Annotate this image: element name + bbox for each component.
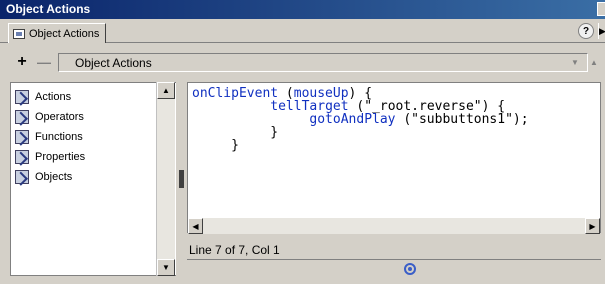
add-action-button[interactable]: + (14, 53, 30, 70)
script-editor[interactable]: onClipEvent (mouseUp) { tellTarget ("_ro… (187, 82, 601, 233)
sidebar-item-objects[interactable]: Objects (15, 167, 72, 187)
book-icon (15, 130, 29, 144)
collapse-arrow-icon[interactable] (179, 170, 184, 188)
scroll-left-icon[interactable]: ◀ (188, 218, 203, 234)
sidebar-item-label: Actions (35, 91, 72, 103)
sidebar-item-operators[interactable]: Operators (15, 107, 84, 127)
remove-action-button[interactable]: — (36, 54, 52, 70)
code-line[interactable]: } (192, 126, 529, 139)
panel-icon (13, 28, 25, 39)
window-title: Object Actions (6, 2, 91, 16)
code-line[interactable]: } (192, 139, 529, 152)
scroll-down-icon[interactable]: ▼ (157, 259, 175, 276)
book-icon (15, 150, 29, 164)
pane-splitter[interactable] (176, 82, 186, 278)
book-icon (15, 110, 29, 124)
book-icon (15, 170, 29, 184)
code-token: } (270, 125, 279, 140)
status-bar: Line 7 of 7, Col 1 (187, 240, 601, 280)
tab-label: Object Actions (29, 27, 100, 40)
sidebar-item-properties[interactable]: Properties (15, 147, 85, 167)
scroll-up-icon[interactable]: ▲ (157, 82, 175, 99)
sidebar-scrollbar[interactable]: ▲ ▼ (156, 82, 175, 276)
code-text[interactable]: onClipEvent (mouseUp) { tellTarget ("_ro… (192, 87, 529, 152)
tab-bar: Object Actions ? ▶ (0, 19, 605, 43)
code-keyword: gotoAndPlay (309, 112, 396, 127)
target-path-icon[interactable] (404, 263, 416, 275)
status-divider (187, 259, 601, 260)
code-token: ("subbuttons1"); (395, 112, 529, 127)
sidebar-item-label: Operators (35, 111, 84, 123)
book-icon (15, 90, 29, 104)
scroll-right-icon[interactable]: ▶ (585, 218, 600, 234)
dropdown-value: Object Actions (75, 56, 152, 70)
help-button[interactable]: ? (578, 23, 594, 39)
sidebar-item-functions[interactable]: Functions (15, 127, 83, 147)
editor-horizontal-scrollbar[interactable]: ◀ ▶ (188, 218, 600, 234)
toolbar: + — Object Actions ▼ ▲ (0, 44, 605, 80)
sidebar-item-actions[interactable]: Actions (15, 87, 71, 107)
sidebar-item-label: Objects (35, 171, 73, 183)
actions-toolbox: Actions Operators Functions Properties O… (10, 82, 176, 276)
sidebar-item-label: Functions (35, 131, 83, 143)
sidebar-item-label: Properties (35, 151, 86, 163)
code-token: } (231, 138, 239, 153)
actions-dropdown[interactable]: Object Actions (58, 53, 588, 72)
cursor-position-text: Line 7 of 7, Col 1 (189, 243, 280, 257)
chevron-up-icon[interactable]: ▲ (587, 55, 601, 69)
tab-object-actions[interactable]: Object Actions (8, 23, 107, 43)
title-bar: Object Actions (0, 0, 605, 19)
panel-menu-arrow-icon[interactable]: ▶ (598, 23, 605, 39)
chevron-down-icon[interactable]: ▼ (568, 55, 582, 69)
close-button[interactable] (597, 2, 605, 16)
